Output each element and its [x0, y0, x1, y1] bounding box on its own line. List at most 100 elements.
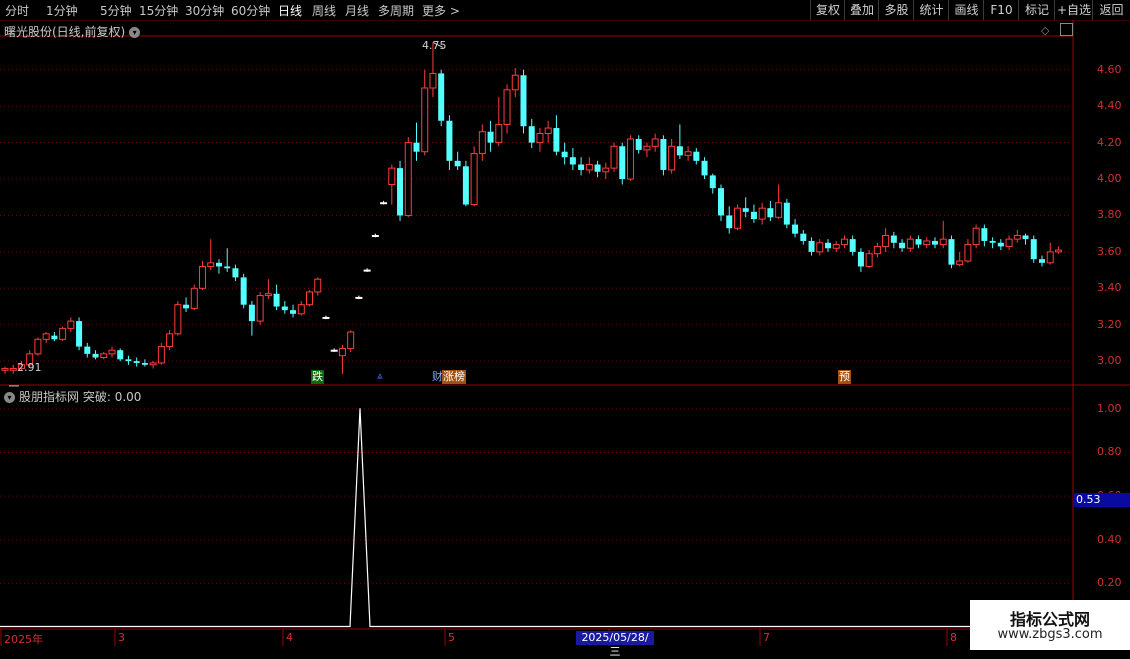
candle: [76, 317, 83, 351]
candle: [232, 264, 239, 282]
candle-body: [67, 320, 75, 329]
event-tag-fall[interactable]: 跌: [311, 370, 324, 384]
candle: [1038, 255, 1045, 267]
candle: [989, 237, 996, 249]
candle: [594, 160, 601, 178]
candle-body: [989, 240, 996, 243]
candle-body: [322, 316, 330, 319]
candle-body: [297, 304, 305, 315]
candle-body: [446, 120, 453, 161]
candle: [610, 142, 618, 172]
candle-body: [256, 295, 264, 322]
candle-body: [594, 164, 601, 172]
chevron-down-icon[interactable]: ▾: [4, 392, 15, 403]
panel-toggle-icon[interactable]: [1060, 23, 1073, 36]
candle-body: [528, 126, 535, 143]
candle-body: [899, 242, 906, 249]
candle: [59, 326, 67, 342]
candle-body: [224, 266, 231, 269]
chart-title: 曙光股份(日线,前复权) ▾: [4, 23, 141, 40]
candle-body: [141, 362, 148, 365]
candle: [915, 235, 922, 249]
candle: [330, 348, 338, 353]
candle-body: [495, 123, 503, 144]
price-tick-label: 4.60: [1097, 62, 1122, 76]
candle: [849, 235, 856, 256]
candle: [117, 348, 124, 362]
candle-body: [166, 333, 174, 348]
price-tick-label: 3.80: [1097, 208, 1122, 222]
candle: [34, 337, 42, 356]
candle-body: [363, 269, 371, 272]
price-tick-label: 4.40: [1097, 99, 1122, 113]
candle-body: [108, 349, 116, 355]
candle: [248, 301, 255, 336]
candle-body: [619, 146, 626, 180]
price-chart: [0, 20, 1130, 650]
candle: [626, 135, 634, 181]
candle: [684, 146, 692, 161]
candle-body: [462, 166, 469, 205]
indicator-tick-label: 0.40: [1097, 532, 1122, 546]
candle: [651, 133, 659, 152]
candle: [981, 224, 988, 247]
candle-body: [997, 242, 1004, 247]
candle-body: [281, 306, 288, 311]
candle-body: [290, 310, 297, 314]
candle: [643, 142, 651, 158]
candle: [808, 237, 815, 256]
candle-body: [676, 146, 683, 156]
candle-body: [503, 89, 511, 125]
candle-body: [232, 268, 239, 278]
candle-body: [651, 138, 659, 147]
event-tag-limit-up[interactable]: 涨榜: [442, 370, 466, 384]
candle-body: [76, 321, 83, 347]
up-arrow-icon[interactable]: ⩓: [377, 371, 383, 382]
watermark-url: www.zbgs3.com: [997, 627, 1103, 642]
candle-body: [454, 160, 461, 167]
candle-body: [948, 239, 955, 265]
price-tick-label: 3.20: [1097, 317, 1122, 331]
candle: [9, 364, 17, 374]
candle-body: [775, 202, 783, 218]
candle: [322, 315, 330, 320]
candle-body: [421, 87, 429, 153]
candle-body: [693, 151, 700, 161]
time-tick-label: 5: [448, 631, 455, 644]
candle: [553, 115, 560, 156]
candle-body: [792, 224, 799, 234]
candle-body: [264, 293, 272, 297]
candle: [503, 84, 511, 134]
time-tick-label: 4: [286, 631, 293, 644]
candle-body: [939, 238, 947, 246]
candle-body: [1022, 235, 1029, 240]
event-tag-forecast[interactable]: 预: [838, 370, 851, 384]
candle-body: [956, 260, 964, 266]
candle: [882, 228, 890, 252]
candle-body: [404, 142, 412, 216]
candle: [520, 69, 527, 134]
candle: [948, 235, 955, 269]
candle-body: [1030, 239, 1037, 260]
candle-body: [371, 234, 379, 237]
candle: [1022, 233, 1029, 245]
candle: [997, 239, 1004, 251]
candle-body: [726, 215, 733, 229]
candle-body: [931, 240, 938, 245]
candle-body: [849, 239, 856, 252]
date-highlight: 2025/05/28/三: [576, 631, 654, 658]
indicator-current-value: 0.53: [1074, 493, 1130, 507]
diamond-icon[interactable]: ◇: [1041, 24, 1049, 37]
candle: [174, 301, 182, 336]
candle: [125, 355, 132, 365]
price-tick-label: 4.00: [1097, 172, 1122, 186]
candle: [446, 115, 453, 170]
indicator-title: ▾ 股朋指标网 突破: 0.00: [4, 388, 141, 405]
candle-body: [478, 131, 486, 155]
chevron-down-icon[interactable]: ▾: [129, 27, 141, 38]
candle-body: [51, 335, 58, 340]
min-price-label: 2.91: [17, 361, 42, 374]
candle-body: [248, 304, 255, 322]
candle-body: [800, 233, 807, 241]
candle-body: [314, 278, 322, 293]
